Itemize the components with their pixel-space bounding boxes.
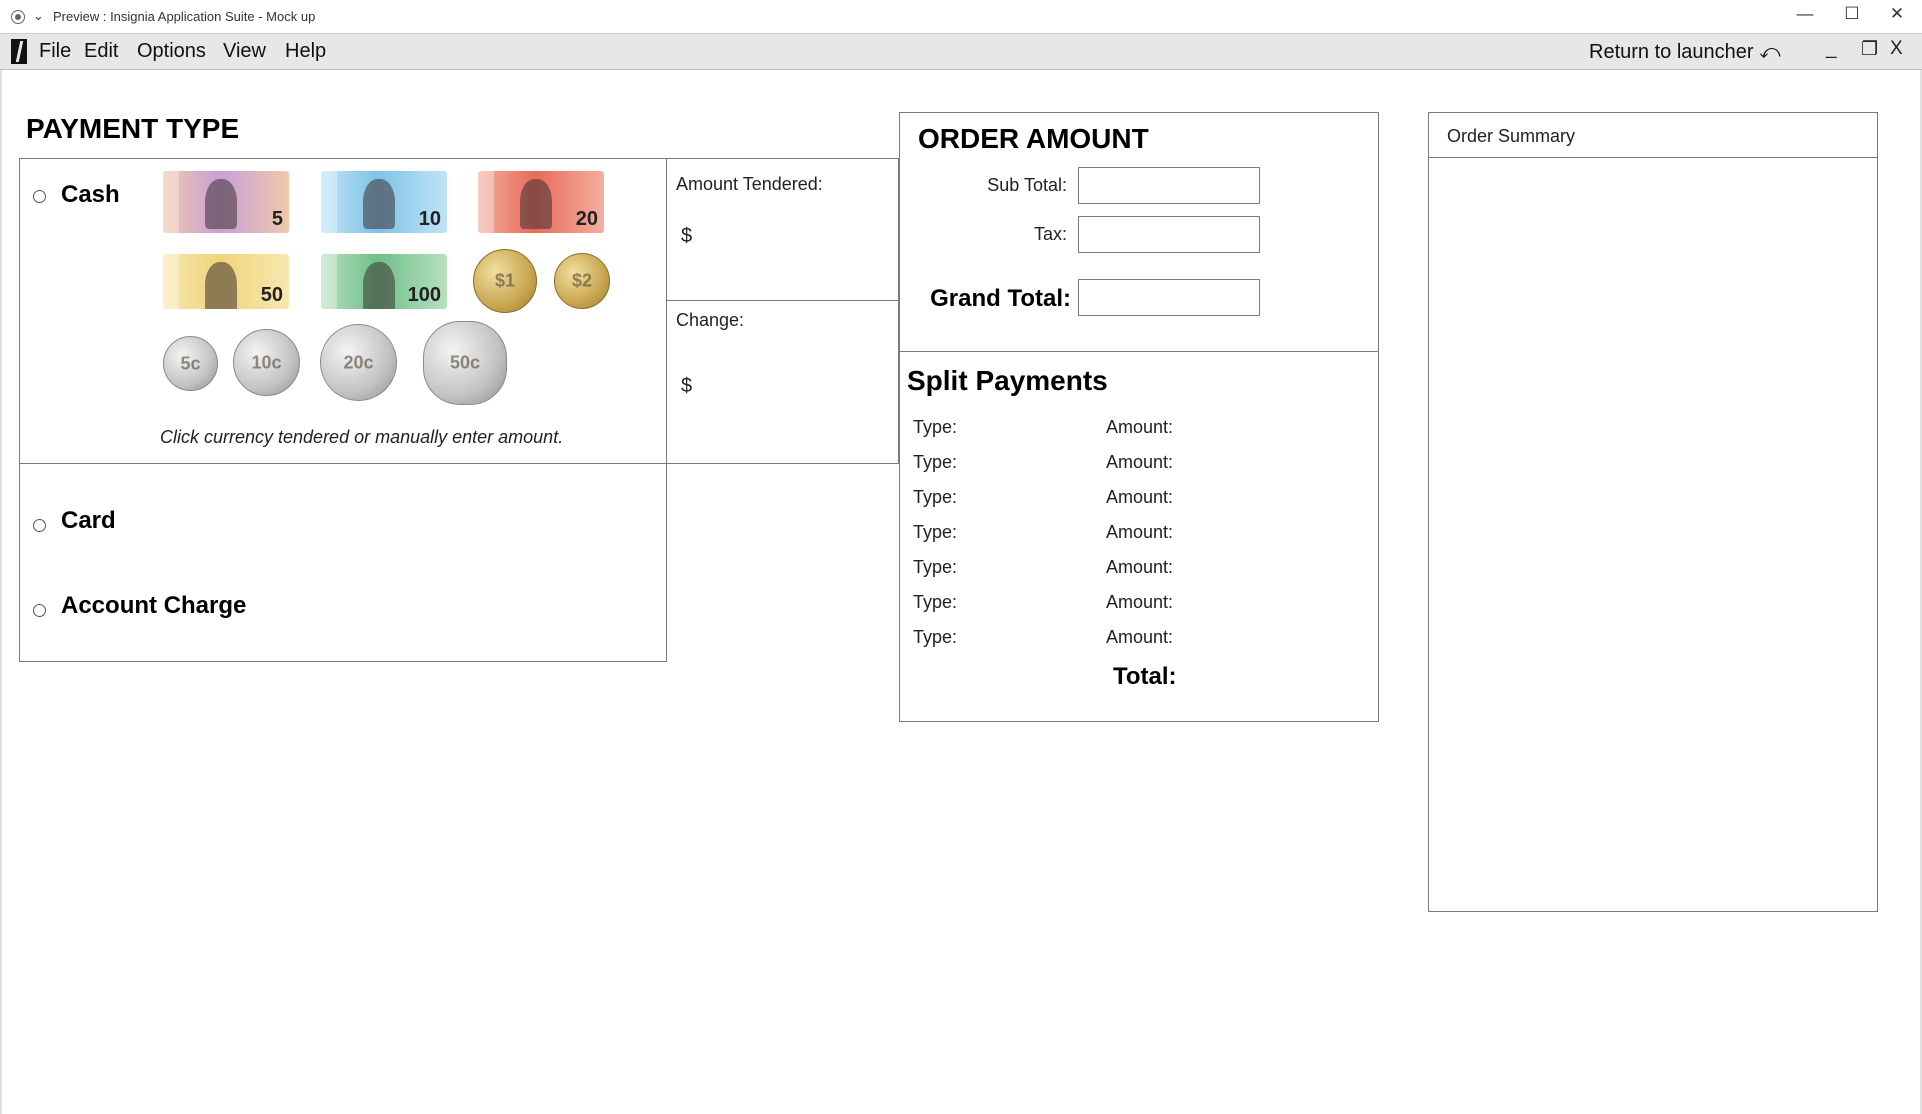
split-type-label: Type: bbox=[913, 557, 958, 577]
change-value: $ bbox=[681, 375, 693, 397]
window-border-left bbox=[0, 70, 2, 1114]
other-payment-panel: Card Account Charge bbox=[19, 463, 667, 662]
note-10-dollar[interactable]: 10 bbox=[321, 171, 447, 233]
coin-value: 5c bbox=[180, 353, 201, 373]
split-amount-label: Amount: bbox=[1106, 557, 1174, 577]
coin-value: 20c bbox=[343, 352, 374, 372]
menu-help[interactable]: Help bbox=[285, 40, 326, 63]
coin-value: $2 bbox=[571, 270, 593, 291]
subtotal-field[interactable] bbox=[1078, 167, 1260, 204]
maximize-icon[interactable]: ☐ bbox=[1837, 4, 1867, 24]
order-amount-heading: ORDER AMOUNT bbox=[918, 123, 1149, 154]
note-portrait bbox=[205, 179, 237, 229]
card-label[interactable]: Card bbox=[61, 507, 116, 535]
chevron-down-icon[interactable]: ⌄ bbox=[33, 8, 44, 24]
account-charge-label[interactable]: Account Charge bbox=[61, 592, 246, 620]
app-close-button[interactable]: X bbox=[1890, 38, 1903, 60]
note-value: 5 bbox=[271, 208, 283, 230]
change-panel: Change: $ bbox=[666, 300, 899, 464]
split-type-label: Type: bbox=[913, 452, 958, 472]
note-window-strip bbox=[478, 171, 494, 233]
minimize-icon[interactable]: — bbox=[1790, 4, 1820, 24]
account-charge-radio[interactable] bbox=[33, 604, 46, 617]
coin-value: 50c bbox=[449, 352, 481, 373]
split-type-label: Type: bbox=[913, 592, 958, 612]
window-title: Preview : Insignia Application Suite - M… bbox=[53, 9, 316, 24]
app-restore-button[interactable]: ❐ bbox=[1861, 38, 1878, 61]
split-total-label: Total: bbox=[1113, 663, 1177, 690]
split-type-label: Type: bbox=[913, 417, 958, 437]
order-amount-panel: ORDER AMOUNT Sub Total: Tax: Grand Total… bbox=[899, 112, 1379, 722]
menu-options[interactable]: Options bbox=[137, 40, 206, 63]
order-summary-panel: Order Summary bbox=[1428, 112, 1878, 912]
coin-5-cent[interactable]: 5c bbox=[163, 336, 218, 391]
coin-50-cent[interactable]: 50c bbox=[423, 321, 507, 405]
coin-20-cent[interactable]: 20c bbox=[320, 324, 397, 401]
menu-bar: File Edit Options View Help Return to la… bbox=[0, 34, 1922, 70]
note-window-strip bbox=[163, 254, 179, 309]
amount-tendered-panel: Amount Tendered: $ bbox=[666, 158, 899, 301]
payment-type-heading: PAYMENT TYPE bbox=[26, 113, 240, 144]
tax-label: Tax: bbox=[1033, 224, 1067, 244]
coin-10-cent[interactable]: 10c bbox=[233, 329, 300, 396]
note-value: 20 bbox=[575, 208, 598, 230]
app-logo-icon bbox=[11, 39, 27, 64]
note-5-dollar[interactable]: 5 bbox=[163, 171, 289, 233]
grand-total-field[interactable] bbox=[1078, 279, 1260, 316]
order-summary-title: Order Summary bbox=[1447, 126, 1576, 146]
amount-tendered-input[interactable]: $ bbox=[681, 225, 692, 248]
coin-2-dollar[interactable]: $2 bbox=[554, 253, 610, 309]
change-label: Change: bbox=[676, 310, 745, 330]
order-summary-header: Order Summary bbox=[1429, 113, 1877, 158]
split-type-label: Type: bbox=[913, 522, 958, 542]
note-portrait bbox=[363, 262, 395, 309]
note-window-strip bbox=[321, 254, 337, 309]
close-icon[interactable]: ✕ bbox=[1882, 4, 1912, 24]
split-type-label: Type: bbox=[913, 627, 958, 647]
coin-value: $1 bbox=[494, 270, 516, 291]
grand-total-label: Grand Total: bbox=[930, 285, 1071, 312]
split-divider bbox=[900, 351, 1378, 352]
note-window-strip bbox=[163, 171, 179, 233]
split-payments-heading: Split Payments bbox=[907, 365, 1108, 396]
note-50-dollar[interactable]: 50 bbox=[163, 254, 289, 309]
cash-label[interactable]: Cash bbox=[61, 181, 120, 209]
split-amount-label: Amount: bbox=[1106, 522, 1174, 542]
return-to-launcher-label: Return to launcher bbox=[1589, 41, 1754, 63]
note-value: 10 bbox=[418, 208, 441, 230]
note-window-strip bbox=[321, 171, 337, 233]
split-type-label: Type: bbox=[913, 487, 958, 507]
subtotal-label: Sub Total: bbox=[987, 175, 1067, 195]
split-amount-label: Amount: bbox=[1106, 592, 1174, 612]
return-to-launcher-button[interactable]: Return to launcher ⤺ bbox=[1589, 41, 1781, 64]
split-amount-label: Amount: bbox=[1106, 627, 1174, 647]
cash-instruction: Click currency tendered or manually ente… bbox=[160, 427, 564, 447]
menu-edit[interactable]: Edit bbox=[84, 40, 118, 63]
card-radio[interactable] bbox=[33, 519, 46, 532]
undo-arrow-icon: ⤺ bbox=[1759, 41, 1781, 63]
window-system-icon[interactable] bbox=[11, 10, 25, 24]
cash-panel: Cash 5 10 20 50 100 $1 $2 5c 10c 20c 50c… bbox=[19, 158, 667, 464]
note-portrait bbox=[520, 179, 552, 229]
cash-radio[interactable] bbox=[33, 190, 46, 203]
note-portrait bbox=[205, 262, 237, 309]
coin-value: 10c bbox=[251, 352, 282, 372]
menu-view[interactable]: View bbox=[223, 40, 266, 63]
split-amount-label: Amount: bbox=[1106, 417, 1174, 437]
note-20-dollar[interactable]: 20 bbox=[478, 171, 604, 233]
window-titlebar: ⌄ Preview : Insignia Application Suite -… bbox=[0, 0, 1922, 34]
split-amount-label: Amount: bbox=[1106, 452, 1174, 472]
note-100-dollar[interactable]: 100 bbox=[321, 254, 447, 309]
note-value: 50 bbox=[260, 284, 283, 306]
tax-field[interactable] bbox=[1078, 216, 1260, 253]
coin-1-dollar[interactable]: $1 bbox=[473, 249, 537, 313]
split-amount-label: Amount: bbox=[1106, 487, 1174, 507]
note-value: 100 bbox=[407, 284, 441, 306]
amount-tendered-label: Amount Tendered: bbox=[676, 174, 823, 194]
note-portrait bbox=[363, 179, 395, 229]
app-minimize-button[interactable]: _ bbox=[1826, 38, 1837, 60]
menu-file[interactable]: File bbox=[39, 40, 71, 63]
